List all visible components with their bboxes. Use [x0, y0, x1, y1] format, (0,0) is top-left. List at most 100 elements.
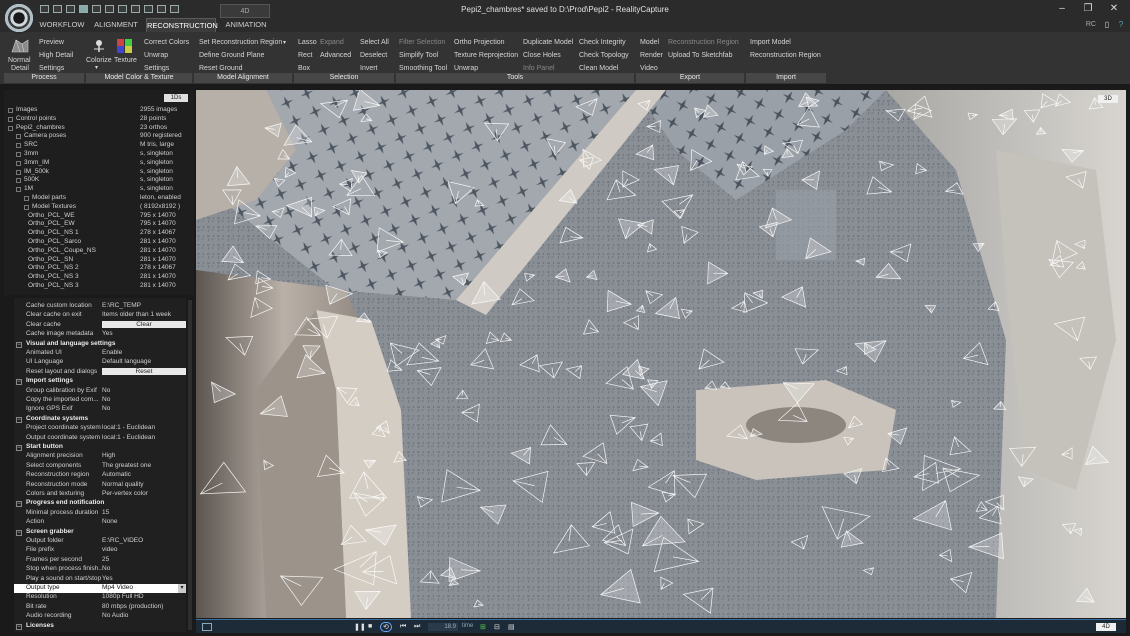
settings-row[interactable]: Clear cache on exit Items older than 1 we…	[14, 311, 186, 320]
settings-value[interactable]: Per-vertex color	[102, 490, 186, 497]
simplify-tool-button[interactable]: Simplify Tool	[399, 52, 438, 59]
view-mode-4d-badge[interactable]: 4D	[1096, 623, 1116, 631]
box-button[interactable]: Box	[298, 65, 310, 72]
tree-row[interactable]: Ortho_PCL_SN 281 x 14070	[8, 256, 194, 265]
advanced-button[interactable]: Advanced	[320, 52, 351, 59]
lasso-button[interactable]: Lasso	[298, 39, 317, 46]
tree-row[interactable]: 3mm_IM s, singleton	[8, 159, 194, 168]
settings-row[interactable]: Reset layout and dialogs Reset	[14, 367, 186, 377]
tree-row[interactable]: Ortho_PCL_NS 1 278 x 14067	[8, 229, 194, 238]
tab-workflow[interactable]: WORKFLOW	[38, 18, 86, 32]
collapse-icon[interactable]: −	[16, 623, 22, 630]
settings-section-header[interactable]: − Coordinate systems	[14, 415, 186, 424]
settings-value[interactable]: Default language	[102, 358, 186, 365]
tree-row[interactable]: Ortho_PCL_NS 2 278 x 14067	[8, 264, 194, 273]
upload-to-sketchfab-button[interactable]: Upload To Sketchfab	[668, 52, 732, 59]
import-model-button[interactable]: Import Model	[750, 39, 791, 46]
check-integrity-button[interactable]: Check Integrity	[579, 39, 626, 46]
settings-row[interactable]: Frames per second 25	[14, 556, 186, 565]
preview-button[interactable]: Preview	[39, 39, 64, 46]
settings-row[interactable]: Colors and texturing Per-vertex color	[14, 490, 186, 499]
filter-selection-button[interactable]: Filter Selection	[399, 39, 445, 46]
expand-toggle-icon[interactable]	[16, 152, 21, 157]
tab-alignment[interactable]: ALIGNMENT	[92, 18, 140, 32]
collapse-icon[interactable]: −	[16, 445, 22, 451]
colorize-button[interactable]: Colorize	[86, 57, 112, 64]
tree-row[interactable]: Model Textures ( 8192x8192 )	[8, 203, 194, 212]
reset-ground-button[interactable]: Reset Ground	[199, 65, 243, 72]
settings-value[interactable]: No	[102, 387, 186, 394]
smoothing-tool-button[interactable]: Smoothing Tool	[399, 65, 447, 72]
expand-toggle-icon[interactable]	[16, 143, 21, 149]
process-settings-button[interactable]: Settings	[39, 65, 64, 72]
settings-value[interactable]: None	[102, 518, 186, 525]
settings-value[interactable]: local:1 - Euclidean	[102, 434, 186, 441]
expand-toggle-icon[interactable]	[24, 196, 29, 201]
settings-row[interactable]: Stop when process finish... No	[14, 565, 186, 574]
rect-button[interactable]: Rect	[298, 52, 312, 59]
settings-value[interactable]: E:\RC_VIDEO	[102, 537, 186, 544]
settings-row[interactable]: Copy the imported com... No	[14, 396, 186, 405]
tools-unwrap-button[interactable]: Unwrap	[454, 65, 478, 72]
expand-toggle-icon[interactable]	[8, 116, 13, 122]
collapse-icon[interactable]: −	[16, 501, 22, 508]
close-holes-button[interactable]: Close Holes	[523, 52, 561, 59]
define-ground-plane-button[interactable]: Define Ground Plane	[199, 52, 264, 59]
settings-row[interactable]: Cache image metadata Yes	[14, 330, 186, 339]
expand-toggle-icon[interactable]	[24, 204, 29, 210]
settings-row[interactable]: Animated UI Enable	[14, 349, 186, 358]
dropdown-chevron-icon[interactable]: ▾	[178, 584, 186, 593]
tree-row[interactable]: SRC M tris, large	[8, 141, 194, 150]
settings-row[interactable]: Group calibration by Exif No	[14, 387, 186, 396]
settings-action-button[interactable]: Clear	[102, 320, 186, 328]
info-panel-button[interactable]: Info Panel	[523, 65, 555, 72]
settings-value[interactable]: 1080p Full HD	[102, 593, 186, 600]
settings-value[interactable]: 15	[102, 509, 186, 516]
texture-settings-button[interactable]: Settings	[144, 65, 169, 72]
settings-row[interactable]: Output folder E:\RC_VIDEO	[14, 537, 186, 546]
settings-section-header[interactable]: − Screen grabber	[14, 528, 186, 537]
export-reconstruction-region-button[interactable]: Reconstruction Region	[668, 39, 739, 46]
restore-icon[interactable]: ❐	[1081, 2, 1095, 16]
settings-value[interactable]: No	[102, 396, 186, 403]
settings-row[interactable]: Clear cache Clear	[14, 320, 186, 330]
settings-value[interactable]: Normal quality	[102, 481, 186, 488]
tab-reconstruction[interactable]: RECONSTRUCTION	[146, 18, 218, 32]
settings-row[interactable]: File prefix video	[14, 546, 186, 555]
tab-animation[interactable]: ANIMATION	[220, 18, 272, 32]
settings-row[interactable]: Alignment precision High	[14, 452, 186, 461]
settings-value[interactable]: No	[102, 565, 186, 572]
collapse-icon[interactable]: −	[16, 341, 22, 348]
export-model-button[interactable]: Model	[640, 39, 659, 46]
settings-row[interactable]: Output coordinate system local:1 - Euclid…	[14, 434, 186, 443]
settings-row[interactable]: Project coordinate system local:1 - Eucli…	[14, 424, 186, 433]
video-button[interactable]: Video	[640, 65, 658, 72]
settings-row[interactable]: Ignore GPS Exif No	[14, 405, 186, 414]
tree-row[interactable]: Pepi2_chambres 23 orthos	[8, 124, 194, 133]
tree-row[interactable]: 3mm s, singleton	[8, 150, 194, 159]
3d-viewport[interactable]: 3D	[196, 90, 1126, 618]
settings-row[interactable]: Resolution 1080p Full HD	[14, 593, 186, 602]
settings-row[interactable]: Select components The greatest one	[14, 462, 186, 471]
tree-row[interactable]: Control points 28 points	[8, 115, 194, 124]
check-topology-button[interactable]: Check Topology	[579, 52, 629, 59]
chevron-down-icon[interactable]: ▾	[283, 39, 286, 46]
add-keyframe-icon[interactable]: ⊞	[480, 623, 486, 631]
tree-row[interactable]: 1M s, singleton	[8, 185, 194, 194]
settings-row[interactable]: Action None	[14, 518, 186, 527]
settings-row[interactable]: Bit rate 80 mbps (production)	[14, 603, 186, 612]
settings-scrollbar[interactable]	[188, 300, 192, 630]
unwrap-button[interactable]: Unwrap	[144, 52, 168, 59]
select-all-button[interactable]: Select All	[360, 39, 389, 46]
settings-value[interactable]: Automatic	[102, 471, 186, 478]
settings-value[interactable]: No Audio	[102, 612, 186, 619]
settings-value[interactable]: local:1 - Euclidean	[102, 424, 186, 431]
settings-action-button[interactable]: Reset	[102, 367, 186, 375]
high-detail-button[interactable]: High Detail	[39, 52, 73, 59]
normal-detail-label-1[interactable]: Normal	[8, 57, 31, 64]
document-icon[interactable]: ▯	[1100, 18, 1114, 32]
step-forward-icon[interactable]: ⏭	[414, 623, 420, 631]
settings-value[interactable]: video	[102, 546, 186, 553]
tree-row[interactable]: Images 2955 images	[8, 106, 194, 115]
deselect-button[interactable]: Deselect	[360, 52, 387, 59]
